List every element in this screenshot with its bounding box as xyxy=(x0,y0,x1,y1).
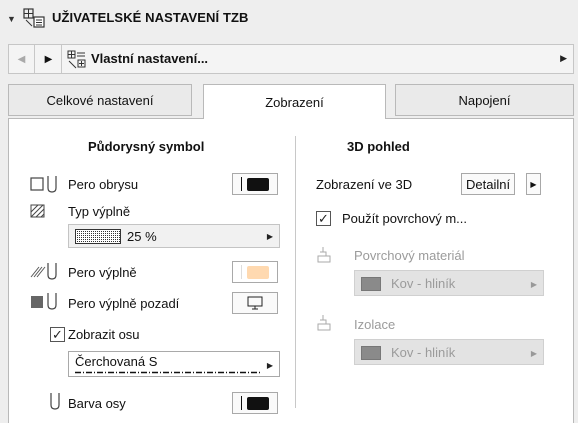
material-swatch-icon xyxy=(361,346,381,360)
pen-color-swatch xyxy=(247,396,269,410)
triangle-right-icon: ▶ xyxy=(530,349,537,358)
3d-display-value: Detailní xyxy=(466,176,511,192)
fill-background-pen-label: Pero výplně pozadí xyxy=(68,296,180,311)
show-axis-checkbox[interactable]: ✓ xyxy=(50,327,65,342)
show-axis-label: Zobrazit osu xyxy=(68,327,140,342)
collapse-arrow-icon[interactable]: ▼ xyxy=(7,14,16,24)
favorites-icon xyxy=(67,50,86,69)
fill-type-icon xyxy=(30,204,45,218)
previous-favorite-button[interactable]: ◀ xyxy=(9,45,35,73)
axis-line-type-dropdown[interactable]: Čerchovaná S ▶ xyxy=(68,351,280,377)
3d-display-menu-button[interactable]: ▶ xyxy=(526,173,541,195)
column-divider xyxy=(295,136,296,408)
insulation-label: Izolace xyxy=(354,317,396,332)
surface-material-icon xyxy=(317,247,331,263)
fill-background-pen-icon xyxy=(31,293,57,310)
use-surface-material-checkbox[interactable]: ✓ xyxy=(316,211,331,226)
axis-color-label: Barva osy xyxy=(68,396,126,411)
panel-title: UŽIVATELSKÉ NASTAVENÍ TZB xyxy=(52,10,249,25)
fill-type-label: Typ výplně xyxy=(68,204,131,219)
insulation-value: Kov - hliník xyxy=(391,345,456,360)
surface-material-dropdown[interactable]: Kov - hliník ▶ xyxy=(354,270,544,296)
triangle-right-icon: ▶ xyxy=(530,280,537,289)
3d-display-detail-button[interactable]: Detailní xyxy=(461,173,516,195)
tab-connection[interactable]: Napojení xyxy=(395,84,574,116)
surface-material-label: Povrchový materiál xyxy=(354,248,465,263)
fill-type-value: 25 % xyxy=(127,229,157,244)
fill-type-dropdown[interactable]: 25 % ▶ xyxy=(68,224,280,248)
fill-pattern-preview-icon xyxy=(75,229,121,244)
material-swatch-icon xyxy=(361,277,381,291)
triangle-right-icon: ▶ xyxy=(530,179,537,189)
dash-dot-line-preview xyxy=(75,371,260,374)
outline-pen-label: Pero obrysu xyxy=(68,177,139,192)
surface-material-value: Kov - hliník xyxy=(391,276,456,291)
panel-header[interactable]: ▼ UŽIVATELSKÉ NASTAVENÍ TZB xyxy=(0,0,578,36)
monitor-icon xyxy=(247,296,263,310)
favorites-bar: ◀ ▶ Vlastní nastavení... ▶ xyxy=(8,44,574,74)
triangle-right-icon: ▶ xyxy=(266,232,273,241)
pen-color-swatch xyxy=(247,265,269,279)
insulation-icon xyxy=(317,315,331,331)
outline-pen-icon xyxy=(30,176,57,193)
favorites-label[interactable]: Vlastní nastavení... xyxy=(91,51,208,66)
tab-display[interactable]: Zobrazení xyxy=(203,84,386,119)
triangle-left-icon: ◀ xyxy=(17,53,26,65)
3d-view-section-title: 3D pohled xyxy=(347,139,410,154)
floor-plan-section-title: Půdorysný symbol xyxy=(88,139,205,154)
axis-line-type-value: Čerchovaná S xyxy=(75,354,158,369)
tab-general[interactable]: Celkové nastavení xyxy=(8,84,192,116)
insulation-dropdown[interactable]: Kov - hliník ▶ xyxy=(354,339,544,365)
axis-color-pen-button[interactable] xyxy=(232,392,278,414)
triangle-right-icon: ▶ xyxy=(266,361,273,370)
next-favorite-button[interactable]: ▶ xyxy=(36,45,62,73)
outline-pen-button[interactable] xyxy=(232,173,278,195)
fill-pen-button[interactable] xyxy=(232,261,278,283)
checkmark-icon: ✓ xyxy=(52,327,63,342)
fill-background-pen-button[interactable] xyxy=(232,292,278,314)
triangle-right-icon: ▶ xyxy=(44,53,53,65)
fill-pen-label: Pero výplně xyxy=(68,265,137,280)
mep-settings-icon xyxy=(23,8,45,28)
axis-pen-icon xyxy=(50,393,60,410)
fill-pen-icon xyxy=(30,263,57,280)
use-surface-material-label: Použít povrchový m... xyxy=(342,211,467,226)
pen-color-swatch xyxy=(247,177,269,191)
checkmark-icon: ✓ xyxy=(318,211,329,226)
favorites-menu-arrow-icon[interactable]: ▶ xyxy=(560,53,567,64)
3d-display-label: Zobrazení ve 3D xyxy=(316,177,413,192)
